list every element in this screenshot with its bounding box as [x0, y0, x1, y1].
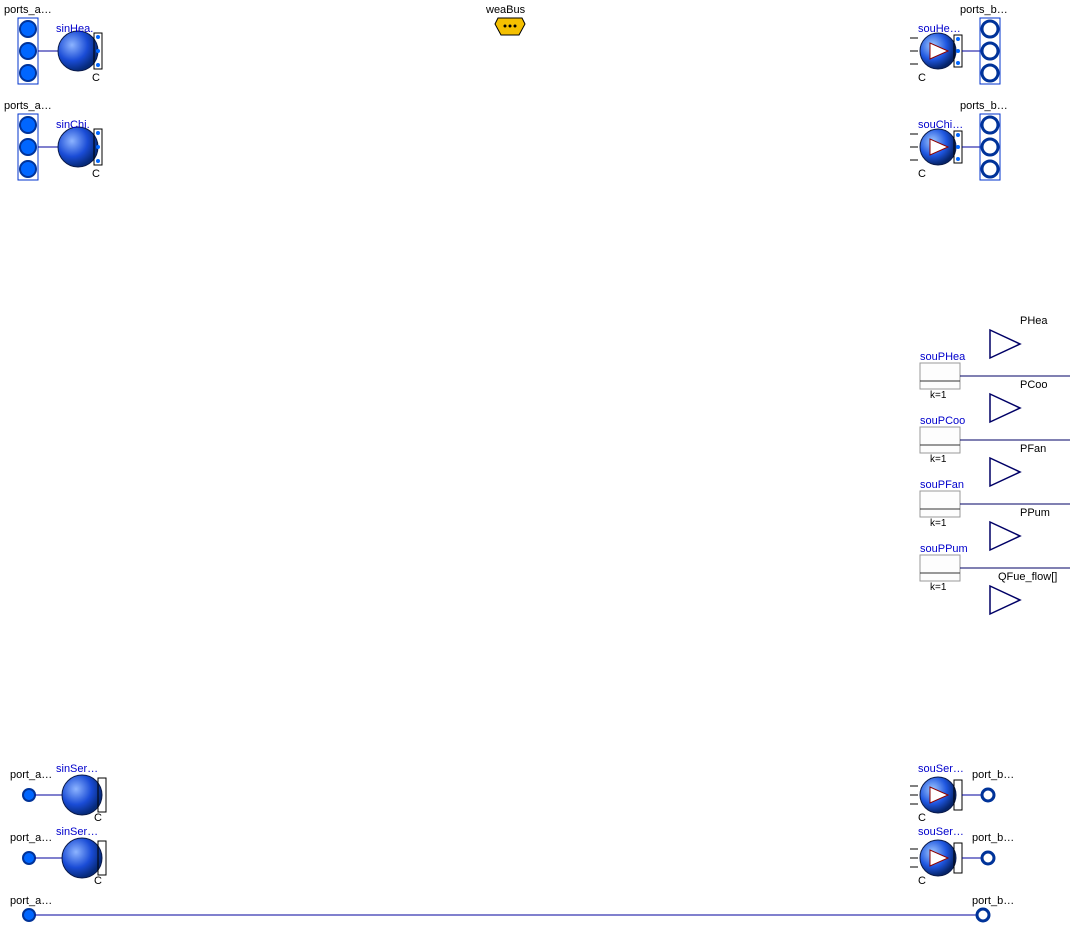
- sinhea-name: sinHea.: [56, 23, 93, 35]
- pfan-label: PFan: [1020, 443, 1046, 455]
- sinchi-name: sinChi.: [56, 119, 90, 131]
- souppum-k: k=1: [930, 582, 946, 593]
- soupfan-k: k=1: [930, 518, 946, 529]
- ports-b-label-2: ports_b…: [960, 100, 1008, 112]
- ppum-output-icon[interactable]: [990, 522, 1026, 550]
- qfue-label: QFue_flow[]: [998, 571, 1057, 583]
- souppum-name: souPPum: [920, 543, 968, 555]
- ppum-label: PPum: [1020, 507, 1050, 519]
- souhea-c: C: [918, 72, 926, 84]
- qfue-output-icon[interactable]: [990, 586, 1026, 614]
- weabus-label: weaBus: [486, 4, 525, 16]
- pfan-output-icon[interactable]: [990, 458, 1026, 486]
- phea-label: PHea: [1020, 315, 1048, 327]
- through-connection[interactable]: [22, 905, 992, 925]
- souphea-name: souPHea: [920, 351, 965, 363]
- souhea-name: souHe…: [918, 23, 961, 35]
- sinser2-name: sinSer…: [56, 826, 98, 838]
- ports-b-label-1: ports_b…: [960, 4, 1008, 16]
- soupcoo-k: k=1: [930, 454, 946, 465]
- soupcoo-name: souPCoo: [920, 415, 965, 427]
- souphea-k: k=1: [930, 390, 946, 401]
- souser1-c: C: [918, 812, 926, 824]
- sinser2-c: C: [94, 875, 102, 887]
- sinser1-name: sinSer…: [56, 763, 98, 775]
- pcoo-label: PCoo: [1020, 379, 1048, 391]
- weabus-icon[interactable]: [495, 18, 525, 36]
- sinhea-c: C: [92, 72, 100, 84]
- sinchi-c: C: [92, 168, 100, 180]
- souchi-c: C: [918, 168, 926, 180]
- phea-output-icon[interactable]: [990, 330, 1026, 358]
- soupcoo-block[interactable]: [920, 427, 1070, 457]
- souser2-c: C: [918, 875, 926, 887]
- souchi-name: souChi…: [918, 119, 963, 131]
- sinser1-c: C: [94, 812, 102, 824]
- soupfan-name: souPFan: [920, 479, 964, 491]
- ports-a-label-2: ports_a…: [4, 100, 52, 112]
- pcoo-output-icon[interactable]: [990, 394, 1026, 422]
- ports-a-label-1: ports_a…: [4, 4, 52, 16]
